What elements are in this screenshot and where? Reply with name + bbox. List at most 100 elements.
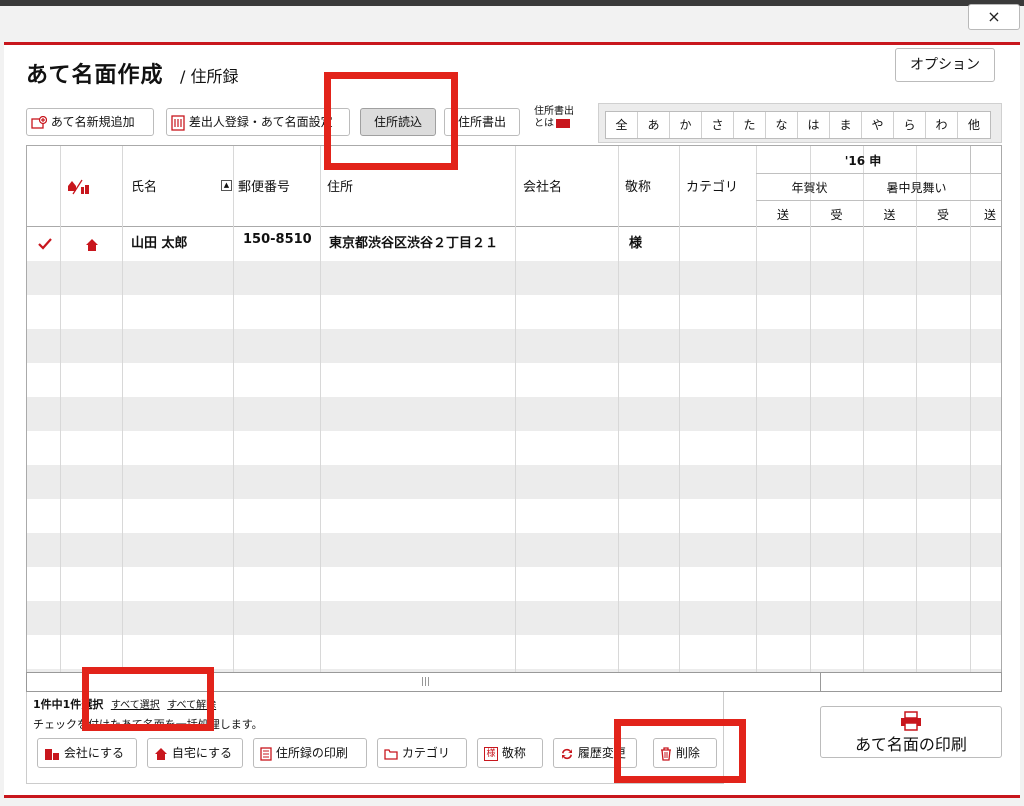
scroll-divider	[820, 673, 821, 691]
header-divider	[970, 146, 971, 173]
print-address-button[interactable]: あて名面の印刷	[820, 706, 1002, 758]
kana-index-button[interactable]: や	[862, 112, 894, 138]
print-address-label: あて名面の印刷	[855, 735, 967, 754]
col-divider	[515, 146, 516, 689]
history-button[interactable]: 履歴変更	[553, 738, 637, 768]
help-book-icon	[556, 118, 570, 128]
import-address-button[interactable]: 住所読込	[360, 108, 436, 136]
col-divider	[122, 146, 123, 689]
col-divider	[916, 146, 917, 689]
refresh-icon	[562, 748, 572, 759]
card-settings-icon	[171, 114, 185, 131]
col-divider	[320, 146, 321, 689]
export-help-link[interactable]: 住所書出 とは	[534, 106, 574, 130]
category-button[interactable]: カテゴリ	[377, 738, 467, 768]
clear-all-link[interactable]: すべて解除	[167, 700, 216, 711]
home-icon	[86, 239, 98, 251]
honorific-button[interactable]: 様 敬称	[477, 738, 543, 768]
col-header-year: '16 申	[844, 154, 882, 168]
row-name: 山田 太郎	[131, 236, 188, 251]
kana-index-button[interactable]: は	[798, 112, 830, 138]
document-icon	[260, 746, 272, 761]
col-header-shochu-recv: 受	[936, 208, 949, 222]
print-list-label: 住所録の印刷	[275, 746, 348, 760]
row-postal: 150-8510	[243, 232, 312, 247]
kana-index-bar: 全あかさたなはまやらわ他	[598, 103, 1002, 143]
kana-index-button[interactable]: た	[734, 112, 766, 138]
building-icon	[45, 748, 59, 760]
folder-icon	[384, 748, 398, 760]
col-divider	[970, 146, 971, 689]
make-company-label: 会社にする	[63, 746, 124, 760]
col-header-shochu: 暑中見舞い	[886, 181, 947, 195]
kana-index-button[interactable]: あ	[638, 112, 670, 138]
main-panel: あて名面作成 / 住所録 オプション あて名新規追加 差出人登録・あて名面設定 …	[4, 42, 1020, 798]
kana-index-button[interactable]: さ	[702, 112, 734, 138]
printer-icon	[901, 711, 921, 731]
make-company-button[interactable]: 会社にする	[37, 738, 137, 768]
col-header-nenga-recv: 受	[830, 208, 843, 222]
col-header-shochu-send: 送	[883, 208, 896, 222]
check-mark-icon[interactable]	[38, 238, 52, 250]
selection-status: 1件中1件選択 すべて選択 すべて解除	[33, 696, 216, 712]
kana-index-button[interactable]: 全	[606, 112, 638, 138]
col-header-category: カテゴリ	[686, 180, 739, 195]
col-header-postal: 郵便番号	[238, 180, 291, 195]
col-divider	[810, 146, 811, 689]
col-divider	[60, 146, 61, 689]
kana-index-button[interactable]: 他	[958, 112, 990, 138]
delete-label: 削除	[675, 746, 700, 760]
trash-icon	[661, 746, 671, 761]
row-address: 東京都渋谷区渋谷２丁目２１	[329, 236, 499, 251]
home-company-toggle-icon[interactable]	[67, 178, 91, 196]
export-help-line1: 住所書出	[534, 106, 574, 117]
col-divider	[233, 146, 234, 689]
col-header-honorific: 敬称	[625, 180, 652, 195]
home-icon	[155, 747, 167, 760]
add-card-icon	[31, 115, 47, 129]
page-title: あて名面作成	[26, 63, 164, 88]
new-address-label: あて名新規追加	[50, 115, 135, 129]
selection-count: 1件中1件	[33, 698, 82, 711]
import-address-label: 住所読込	[373, 115, 422, 129]
kana-index-button[interactable]: わ	[926, 112, 958, 138]
col-header-company: 会社名	[523, 180, 563, 195]
select-all-link[interactable]: すべて選択	[111, 700, 160, 711]
scroll-grip-icon: |||	[421, 677, 431, 687]
sender-settings-button[interactable]: 差出人登録・あて名面設定	[166, 108, 350, 136]
col-divider	[679, 146, 680, 689]
close-button[interactable]: ×	[968, 4, 1020, 30]
col-header-nenga-send: 送	[776, 208, 789, 222]
batch-panel: 1件中1件選択 すべて選択 すべて解除 チェックを付けたあて名面を一括処理します…	[26, 692, 724, 784]
make-home-label: 自宅にする	[171, 746, 232, 760]
address-table[interactable]: 氏名 ▲ 郵便番号 住所 会社名 敬称 カテゴリ '16 申 年賀状 暑中見舞い…	[26, 145, 1002, 690]
col-header-address: 住所	[327, 180, 354, 195]
sender-settings-label: 差出人登録・あて名面設定	[188, 115, 333, 129]
kana-index-button[interactable]: ら	[894, 112, 926, 138]
row-honorific: 様	[629, 236, 643, 251]
option-button[interactable]: オプション	[895, 48, 995, 82]
delete-button[interactable]: 削除	[653, 738, 717, 768]
export-address-label: 住所書出	[457, 115, 506, 129]
selection-selected: 選択	[81, 698, 104, 711]
kana-index-button[interactable]: な	[766, 112, 798, 138]
header-divider	[756, 200, 1001, 201]
new-address-button[interactable]: あて名新規追加	[26, 108, 154, 136]
header-divider	[756, 173, 1001, 174]
export-address-button[interactable]: 住所書出	[444, 108, 520, 136]
window-top-strip	[0, 0, 1024, 6]
page-subtitle: / 住所録	[180, 67, 239, 86]
kana-index-button[interactable]: ま	[830, 112, 862, 138]
col-header-next-send: 送	[983, 208, 996, 222]
kana-index-button[interactable]: か	[670, 112, 702, 138]
honorific-label: 敬称	[501, 746, 526, 760]
horizontal-scrollbar[interactable]: |||	[26, 672, 1002, 692]
col-divider	[756, 146, 757, 689]
col-divider	[863, 146, 864, 689]
print-list-button[interactable]: 住所録の印刷	[253, 738, 367, 768]
sort-icon[interactable]: ▲	[221, 180, 232, 191]
batch-hint: チェックを付けたあて名面を一括処理します。	[33, 718, 263, 731]
kana-index-buttons: 全あかさたなはまやらわ他	[605, 111, 991, 139]
make-home-button[interactable]: 自宅にする	[147, 738, 243, 768]
col-header-name: 氏名	[131, 180, 158, 195]
